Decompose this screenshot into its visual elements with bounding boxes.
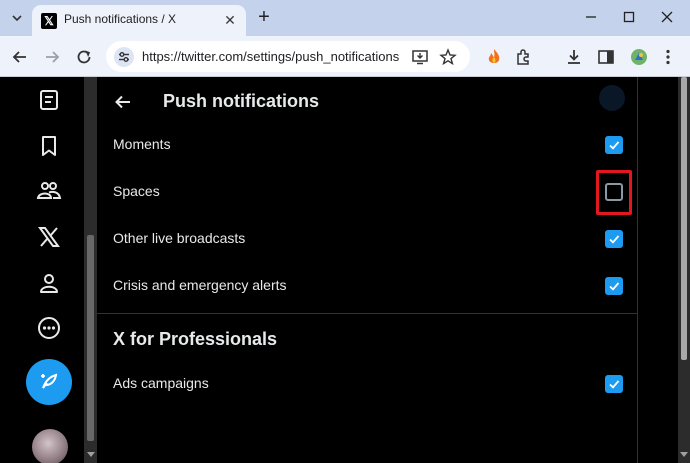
- address-bar[interactable]: https://twitter.com/settings/push_notifi…: [106, 41, 470, 72]
- forward-icon[interactable]: [40, 45, 64, 69]
- section-title: X for Professionals: [113, 329, 278, 349]
- highlight-annotation: [596, 170, 632, 215]
- setting-label: Crisis and emergency alerts: [113, 277, 287, 293]
- extension-fire-icon[interactable]: [482, 45, 506, 69]
- tab-title: Push notifications / X: [64, 12, 177, 26]
- account-avatar[interactable]: [32, 429, 68, 463]
- maximize-icon[interactable]: [617, 7, 641, 27]
- ads-campaigns-checkbox[interactable]: [605, 375, 623, 393]
- close-tab-icon[interactable]: ✕: [222, 12, 238, 28]
- x-logo-icon: 𝕏: [41, 13, 57, 29]
- setting-label: Ads campaigns: [113, 375, 209, 391]
- reload-icon[interactable]: [72, 45, 96, 69]
- browser-toolbar: https://twitter.com/settings/push_notifi…: [0, 36, 690, 77]
- tab-strip: 𝕏 Push notifications / X ✕ +: [0, 0, 690, 36]
- arrow-left-icon[interactable]: [112, 91, 134, 113]
- site-info-icon[interactable]: [114, 47, 134, 67]
- new-tab-button[interactable]: +: [254, 7, 274, 27]
- page-scroll-down-arrow-icon[interactable]: [680, 452, 688, 457]
- profile-avatar-icon[interactable]: [627, 45, 651, 69]
- settings-panel: Push notifications Moments Spaces Other …: [97, 77, 638, 463]
- section-divider: [97, 313, 638, 314]
- bookmark-icon[interactable]: [34, 131, 64, 161]
- blurred-overlay: [599, 85, 625, 111]
- setting-label: Spaces: [113, 183, 160, 199]
- setting-label: Other live broadcasts: [113, 230, 246, 246]
- x-premium-icon[interactable]: [34, 222, 64, 252]
- browser-tab[interactable]: 𝕏 Push notifications / X ✕: [32, 5, 246, 36]
- bookmark-star-icon[interactable]: [438, 47, 458, 67]
- compose-icon: [41, 373, 58, 389]
- page-scrollbar-thumb[interactable]: [681, 77, 687, 360]
- sidebar-scrollbar[interactable]: [84, 77, 97, 463]
- setting-row-crisis-alerts[interactable]: Crisis and emergency alerts: [97, 263, 638, 310]
- more-icon[interactable]: [34, 313, 64, 343]
- communities-icon[interactable]: [34, 176, 64, 206]
- page-viewport: Push notifications Moments Spaces Other …: [0, 77, 690, 463]
- scroll-down-arrow-icon[interactable]: [87, 452, 95, 457]
- crisis-alerts-checkbox[interactable]: [605, 277, 623, 295]
- setting-row-other-live-broadcasts[interactable]: Other live broadcasts: [97, 216, 638, 263]
- other-live-broadcasts-checkbox[interactable]: [605, 230, 623, 248]
- lists-icon[interactable]: [34, 85, 64, 115]
- extensions-icon[interactable]: [512, 45, 536, 69]
- browser-menu-icon[interactable]: [656, 45, 680, 69]
- side-panel-icon[interactable]: [594, 45, 618, 69]
- setting-label: Moments: [113, 136, 171, 152]
- back-icon[interactable]: [8, 45, 32, 69]
- moments-checkbox[interactable]: [605, 136, 623, 154]
- sidebar-scrollbar-thumb[interactable]: [87, 235, 94, 441]
- page-title: Push notifications: [163, 91, 320, 111]
- install-app-icon[interactable]: [410, 47, 430, 67]
- close-window-icon[interactable]: [655, 7, 679, 27]
- minimize-icon[interactable]: [579, 7, 603, 27]
- tab-search-icon[interactable]: [8, 9, 26, 27]
- url-text[interactable]: https://twitter.com/settings/push_notifi…: [142, 49, 399, 64]
- setting-row-moments[interactable]: Moments: [97, 122, 638, 169]
- setting-row-spaces[interactable]: Spaces: [97, 169, 638, 216]
- sidebar-nav: [0, 77, 84, 463]
- right-blank-area: [639, 77, 678, 463]
- post-button[interactable]: [26, 359, 72, 405]
- profile-icon[interactable]: [34, 268, 64, 298]
- downloads-icon[interactable]: [562, 45, 586, 69]
- setting-row-ads-campaigns[interactable]: Ads campaigns: [97, 361, 638, 408]
- page-scrollbar[interactable]: [678, 77, 690, 463]
